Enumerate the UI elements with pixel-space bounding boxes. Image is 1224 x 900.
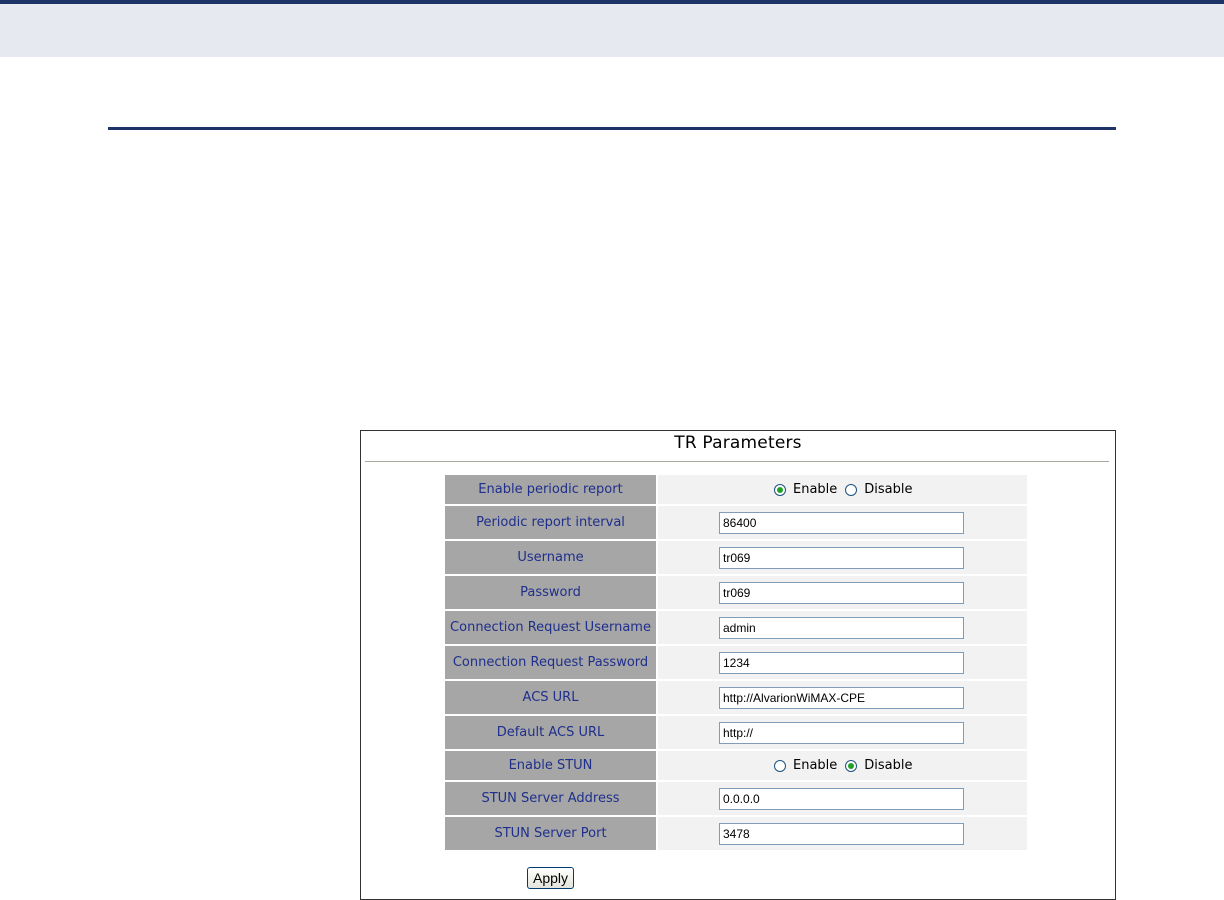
row-acs-url: ACS URL — [445, 681, 1027, 716]
stun-disable-radio[interactable] — [845, 759, 858, 772]
stun-server-port-input[interactable] — [719, 822, 964, 845]
row-connection-request-username: Connection Request Username — [445, 611, 1027, 646]
row-value: Enable Disable — [658, 751, 1027, 780]
panel-title-divider — [365, 461, 1109, 462]
row-label: STUN Server Port — [445, 817, 658, 850]
row-value — [658, 506, 1027, 539]
header-divider — [108, 127, 1116, 130]
row-label: Enable periodic report — [445, 475, 658, 504]
radio-label-enable: Enable — [793, 758, 838, 773]
periodic-report-enable-radio[interactable] — [774, 483, 786, 496]
row-value — [658, 646, 1027, 679]
acs-url-input[interactable] — [719, 686, 964, 709]
connection-request-username-input[interactable] — [719, 616, 964, 639]
row-label: Connection Request Username — [445, 611, 658, 644]
row-periodic-report-interval: Periodic report interval — [445, 506, 1027, 541]
row-enable-periodic-report: Enable periodic report Enable Disable — [445, 475, 1027, 506]
row-value — [658, 576, 1027, 609]
connection-request-password-input[interactable] — [719, 651, 964, 674]
row-username: Username — [445, 541, 1027, 576]
username-input[interactable] — [719, 546, 964, 569]
row-label: Connection Request Password — [445, 646, 658, 679]
row-value — [658, 716, 1027, 749]
row-stun-server-address: STUN Server Address — [445, 782, 1027, 817]
periodic-report-disable-radio[interactable] — [845, 483, 858, 496]
periodic-report-radio-group: Enable Disable — [774, 482, 921, 497]
password-input[interactable] — [719, 581, 964, 604]
row-label: Periodic report interval — [445, 506, 658, 539]
row-stun-server-port: STUN Server Port — [445, 817, 1027, 852]
default-acs-url-input[interactable] — [719, 721, 964, 744]
stun-radio-group: Enable Disable — [774, 758, 921, 773]
stun-enable-radio[interactable] — [774, 759, 786, 772]
row-value: Enable Disable — [658, 475, 1027, 504]
row-value — [658, 611, 1027, 644]
row-connection-request-password: Connection Request Password — [445, 646, 1027, 681]
row-label: Username — [445, 541, 658, 574]
row-label: Enable STUN — [445, 751, 658, 780]
periodic-report-interval-input[interactable] — [719, 511, 964, 534]
row-value — [658, 782, 1027, 815]
row-value — [658, 681, 1027, 714]
row-label: Password — [445, 576, 658, 609]
radio-label-enable: Enable — [793, 482, 838, 497]
stun-server-address-input[interactable] — [719, 787, 964, 810]
row-value — [658, 541, 1027, 574]
parameters-table: Enable periodic report Enable Disable Pe… — [445, 475, 1027, 852]
panel-title: TR Parameters — [674, 433, 802, 453]
tr-parameters-panel: TR Parameters Enable periodic report Ena… — [360, 430, 1116, 900]
row-label: ACS URL — [445, 681, 658, 714]
row-default-acs-url: Default ACS URL — [445, 716, 1027, 751]
row-password: Password — [445, 576, 1027, 611]
apply-button[interactable]: Apply — [527, 867, 574, 889]
radio-label-disable: Disable — [864, 758, 913, 773]
row-enable-stun: Enable STUN Enable Disable — [445, 751, 1027, 782]
row-label: STUN Server Address — [445, 782, 658, 815]
row-value — [658, 817, 1027, 850]
row-label: Default ACS URL — [445, 716, 658, 749]
radio-label-disable: Disable — [864, 482, 913, 497]
top-header-bar — [0, 0, 1224, 57]
